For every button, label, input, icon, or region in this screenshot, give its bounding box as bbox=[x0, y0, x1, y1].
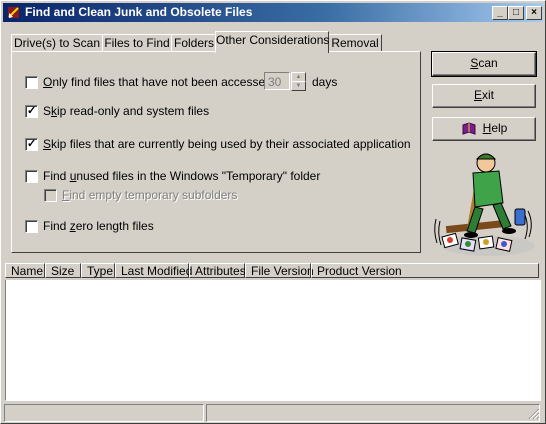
column-header-last-modified[interactable]: Last Modified bbox=[115, 263, 192, 278]
find-zero-length-option[interactable]: Find zero length files bbox=[25, 219, 154, 233]
cleaner-mascot-illustration bbox=[434, 153, 535, 256]
close-button[interactable]: × bbox=[526, 6, 542, 20]
tab-files-to-find[interactable]: Files to Find bbox=[102, 34, 172, 52]
status-bar bbox=[4, 404, 542, 422]
tab-other-considerations[interactable]: Other Considerations bbox=[215, 31, 329, 53]
status-pane-right bbox=[206, 404, 540, 422]
column-header-size[interactable]: Size bbox=[45, 263, 81, 278]
find-zero-length-checkbox[interactable] bbox=[25, 219, 38, 233]
main-window: Find and Clean Junk and Obsolete Files _… bbox=[0, 0, 546, 424]
tab-removal[interactable]: Removal bbox=[328, 34, 382, 52]
minimize-button[interactable]: _ bbox=[492, 6, 508, 20]
exit-button[interactable]: Exit bbox=[432, 84, 536, 108]
days-input[interactable]: 30 bbox=[264, 72, 290, 90]
checkmark-icon: ✓ bbox=[27, 104, 37, 117]
find-empty-temp-option: Find empty temporary subfolders bbox=[44, 188, 237, 202]
skip-in-use-option[interactable]: ✓ Skip files that are currently being us… bbox=[25, 137, 411, 151]
results-list-header: Name Size Type Last Modified Attributes … bbox=[5, 263, 539, 279]
options-panel: Only find files that have not been acces… bbox=[11, 51, 421, 253]
find-temp-label: Find unused files in the Windows "Tempor… bbox=[43, 169, 321, 183]
window-title: Find and Clean Junk and Obsolete Files bbox=[25, 5, 253, 19]
access-days-label: Only find files that have not been acces… bbox=[43, 75, 285, 89]
access-days-option[interactable]: Only find files that have not been acces… bbox=[25, 75, 285, 89]
title-bar[interactable]: Find and Clean Junk and Obsolete Files _… bbox=[3, 3, 543, 22]
find-empty-temp-label: Find empty temporary subfolders bbox=[62, 188, 238, 202]
tab-drives-to-scan[interactable]: Drive(s) to Scan bbox=[11, 34, 103, 52]
book-icon bbox=[462, 122, 476, 135]
access-days-checkbox[interactable] bbox=[25, 75, 38, 89]
column-header-product-version[interactable]: Product Version bbox=[311, 263, 539, 278]
spin-down-icon[interactable]: ▼ bbox=[291, 81, 306, 91]
checkmark-icon: ✓ bbox=[27, 137, 37, 150]
help-button[interactable]: Help bbox=[432, 117, 536, 141]
column-header-name[interactable]: Name bbox=[5, 263, 45, 278]
status-pane-left bbox=[4, 404, 204, 422]
resize-grip-icon[interactable] bbox=[528, 408, 540, 420]
skip-in-use-label: Skip files that are currently being used… bbox=[43, 137, 411, 151]
column-header-attributes[interactable]: Attributes bbox=[189, 263, 246, 278]
skip-readonly-option[interactable]: ✓ Skip read-only and system files bbox=[25, 104, 209, 118]
broom-icon[interactable] bbox=[6, 5, 21, 20]
column-header-file-version[interactable]: File Version bbox=[245, 263, 314, 278]
days-label: days bbox=[312, 75, 338, 89]
find-zero-length-label: Find zero length files bbox=[43, 219, 154, 233]
column-header-type[interactable]: Type bbox=[81, 263, 115, 278]
find-temp-checkbox[interactable] bbox=[25, 169, 38, 183]
days-spinner[interactable]: ▲ ▼ bbox=[291, 72, 306, 91]
skip-readonly-label: Skip read-only and system files bbox=[43, 104, 210, 118]
maximize-button[interactable]: □ bbox=[508, 6, 524, 20]
tab-folders[interactable]: Folders bbox=[171, 34, 217, 52]
skip-readonly-checkbox[interactable]: ✓ bbox=[25, 104, 38, 118]
find-temp-option[interactable]: Find unused files in the Windows "Tempor… bbox=[25, 169, 320, 183]
scan-button[interactable]: Scan bbox=[431, 51, 537, 77]
results-list[interactable] bbox=[5, 280, 541, 401]
find-empty-temp-checkbox bbox=[44, 188, 57, 202]
skip-in-use-checkbox[interactable]: ✓ bbox=[25, 137, 38, 151]
